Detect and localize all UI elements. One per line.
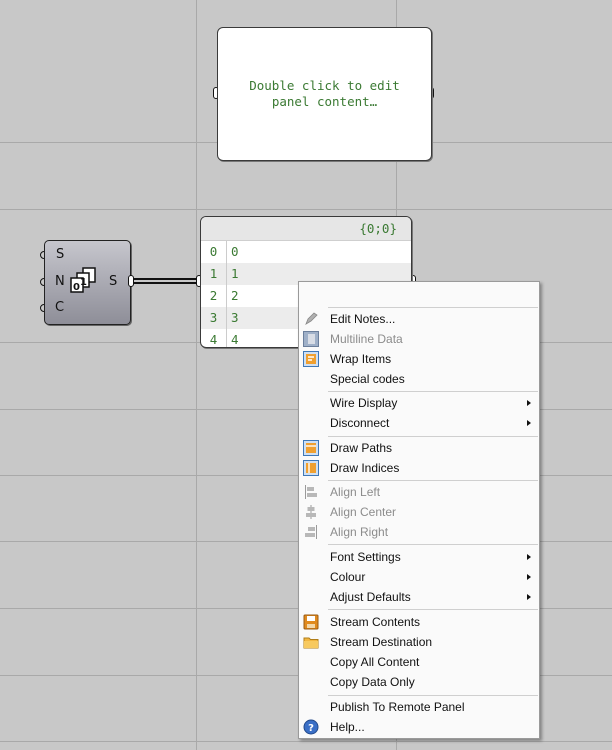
menu-item-label: Copy Data Only	[330, 675, 415, 689]
list-item: 0 0	[201, 241, 411, 263]
menu-item-edit-notes[interactable]: Edit Notes...	[299, 309, 539, 329]
item-value: 1	[231, 266, 239, 281]
pencil-icon	[305, 312, 318, 325]
menu-item-stream-contents[interactable]: Stream Contents	[299, 612, 539, 632]
series-component[interactable]: S N C S 0 1	[44, 240, 131, 325]
output-label-s: S	[109, 274, 118, 289]
item-index: 3	[201, 307, 227, 329]
menu-item-label: Stream Contents	[330, 615, 421, 629]
menu-separator	[328, 609, 538, 610]
item-value: 3	[231, 310, 239, 325]
menu-title-row	[299, 282, 539, 306]
align-left-icon	[305, 485, 317, 499]
item-value: 2	[231, 288, 239, 303]
menu-item-label: Multiline Data	[330, 332, 403, 346]
draw-paths-icon	[303, 440, 319, 456]
menu-separator	[328, 695, 538, 696]
menu-separator	[328, 436, 538, 437]
align-center-icon	[306, 505, 316, 519]
align-right-icon	[305, 525, 317, 539]
menu-item-label: Help...	[330, 720, 365, 734]
menu-item-wire-display[interactable]: Wire Display	[299, 393, 539, 413]
menu-item-label: Align Right	[330, 525, 389, 539]
connection-wire[interactable]	[133, 278, 203, 284]
menu-item-stream-destination[interactable]: Stream Destination	[299, 632, 539, 652]
menu-item-label: Stream Destination	[330, 635, 433, 649]
menu-item-label: Wrap Items	[330, 352, 392, 366]
menu-item-adjust-defaults[interactable]: Adjust Defaults	[299, 587, 539, 607]
menu-item-label: Publish To Remote Panel	[330, 700, 465, 714]
menu-item-label: Align Center	[330, 505, 397, 519]
menu-item-label: Adjust Defaults	[330, 590, 411, 604]
menu-item-label: Wire Display	[330, 396, 398, 410]
svg-text:0: 0	[73, 282, 80, 293]
svg-text:?: ?	[308, 723, 314, 734]
item-index: 0	[201, 241, 227, 263]
grid-line	[0, 741, 612, 742]
menu-item-copy-all-content[interactable]: Copy All Content	[299, 652, 539, 672]
menu-item-label: Font Settings	[330, 550, 401, 564]
grid-line	[0, 209, 612, 210]
multiline-icon	[303, 331, 319, 347]
menu-item-multiline-data[interactable]: Multiline Data	[299, 329, 539, 349]
menu-item-wrap-items[interactable]: Wrap Items	[299, 349, 539, 369]
menu-item-disconnect[interactable]: Disconnect	[299, 413, 539, 433]
menu-separator	[328, 391, 538, 392]
menu-item-label: Copy All Content	[330, 655, 420, 669]
submenu-arrow-icon	[527, 400, 531, 406]
menu-separator	[328, 307, 538, 308]
menu-item-label: Draw Indices	[330, 461, 400, 475]
submenu-arrow-icon	[527, 554, 531, 560]
input-label-n: N	[55, 274, 65, 289]
submenu-arrow-icon	[527, 420, 531, 426]
grid-line	[196, 0, 197, 750]
item-index: 2	[201, 285, 227, 307]
menu-item-label: Draw Paths	[330, 441, 393, 455]
item-value: 4	[231, 332, 239, 347]
menu-item-align-center[interactable]: Align Center	[299, 502, 539, 522]
menu-item-label: Disconnect	[330, 416, 390, 430]
menu-item-draw-paths[interactable]: Draw Paths	[299, 438, 539, 458]
menu-item-label: Colour	[330, 570, 366, 584]
context-menu: Edit Notes... Multiline Data Wrap Items …	[298, 281, 540, 739]
menu-item-special-codes[interactable]: Special codes	[299, 369, 539, 389]
menu-separator	[328, 480, 538, 481]
draw-indices-icon	[303, 460, 319, 476]
item-value: 0	[231, 244, 239, 259]
menu-item-align-left[interactable]: Align Left	[299, 482, 539, 502]
submenu-arrow-icon	[527, 594, 531, 600]
panel-placeholder-line2: panel content…	[271, 94, 378, 109]
item-index: 1	[201, 263, 227, 285]
folder-icon	[303, 637, 319, 649]
menu-item-draw-indices[interactable]: Draw Indices	[299, 458, 539, 478]
menu-item-colour[interactable]: Colour	[299, 567, 539, 587]
menu-item-align-right[interactable]: Align Right	[299, 522, 539, 542]
menu-item-font-settings[interactable]: Font Settings	[299, 547, 539, 567]
item-index: 4	[201, 329, 227, 347]
input-label-s: S	[56, 247, 65, 262]
menu-separator	[328, 544, 538, 545]
menu-item-copy-data-only[interactable]: Copy Data Only	[299, 672, 539, 692]
menu-item-label: Align Left	[330, 485, 381, 499]
panel-placeholder-line1: Double click to edit	[249, 78, 400, 93]
svg-text:1: 1	[80, 277, 87, 288]
menu-item-help[interactable]: ? Help...	[299, 717, 539, 737]
data-panel-header: {0;0}	[201, 217, 411, 241]
empty-panel[interactable]: Double click to edit panel content…	[217, 27, 432, 161]
help-icon: ?	[303, 719, 319, 735]
input-label-c: C	[55, 300, 65, 315]
save-disk-icon	[303, 614, 319, 630]
submenu-arrow-icon	[527, 574, 531, 580]
wrap-icon	[303, 351, 319, 367]
menu-item-label: Special codes	[330, 372, 405, 386]
series-output-grip[interactable]	[128, 275, 134, 287]
menu-item-publish-remote-panel[interactable]: Publish To Remote Panel	[299, 697, 539, 717]
menu-item-label: Edit Notes...	[330, 312, 396, 326]
series-icon: 0 1	[70, 267, 96, 293]
branch-path: {0;0}	[359, 221, 397, 236]
